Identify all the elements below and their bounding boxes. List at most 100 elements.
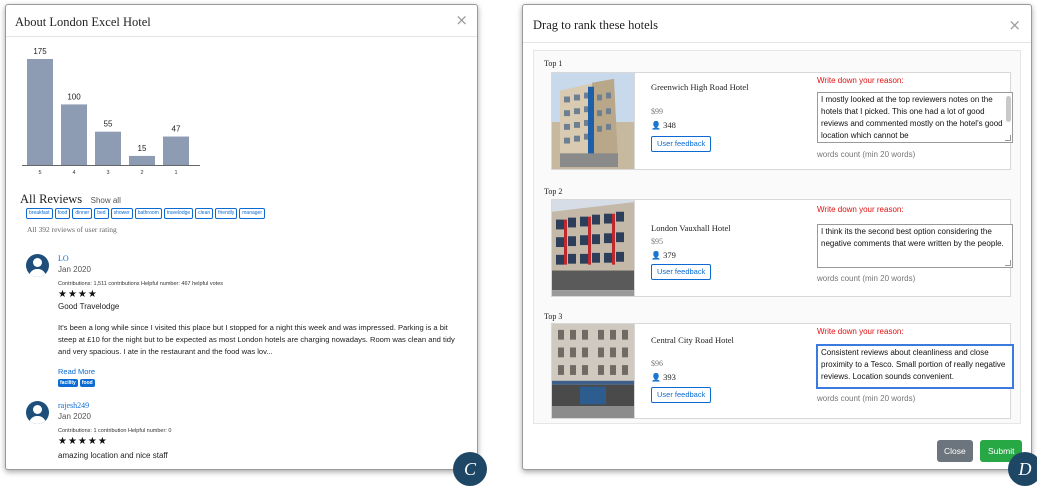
review-title: Good Travelodge — [58, 302, 120, 311]
hotel-card[interactable]: Greenwich High Road Hotel $99 👤 348 User… — [551, 72, 1013, 170]
tag-bathroom[interactable]: bathroom — [134, 208, 162, 219]
rank-list: Top 1 Greenwich High Road Hotel $99 👤 34… — [533, 50, 1021, 424]
reason-label: Write down your reason: — [817, 205, 904, 214]
reviews-title: All Reviews — [20, 192, 83, 206]
category-tick-label: 1 — [174, 170, 177, 176]
review-count-value: 393 — [663, 372, 676, 382]
words-count-note: words count (min 20 words) — [817, 394, 916, 403]
tag-bed[interactable]: bed — [94, 208, 109, 219]
bar-value-label: 47 — [172, 125, 181, 134]
review-item: LO Jan 2020 Contributions: 1,511 contrib… — [26, 254, 466, 394]
review-count: 👤 348 — [651, 120, 676, 130]
chart-bar — [163, 136, 189, 165]
hotel-photo — [552, 73, 635, 169]
star-rating: ★★★★★ — [58, 436, 108, 447]
bar-value-label: 100 — [67, 92, 81, 101]
hotel-info-modal: About London Excel Hotel × 175 5 100 4 55 3 15… — [5, 4, 478, 470]
tag-food[interactable]: food — [54, 208, 71, 219]
tag-clean[interactable]: clean — [195, 208, 214, 219]
review-text: It's been a long while since I visited t… — [58, 323, 455, 356]
person-icon: 👤 — [651, 373, 661, 382]
hotel-photo — [552, 200, 635, 296]
reason-text: I think its the second best option consi… — [821, 227, 1004, 248]
bar-value-label: 15 — [138, 144, 147, 153]
badge-food: food — [79, 379, 95, 387]
user-feedback-button[interactable]: User feedback — [651, 264, 712, 280]
close-button[interactable]: Close — [937, 440, 973, 462]
show-all-link[interactable]: Show all — [91, 196, 121, 205]
person-icon: 👤 — [651, 121, 661, 130]
review-badges: facility food — [58, 379, 95, 387]
hotel-price: $96 — [651, 359, 663, 368]
hotel-price: $99 — [651, 107, 663, 116]
resize-handle[interactable] — [1005, 260, 1011, 266]
review-count: 👤 379 — [651, 250, 676, 260]
person-icon: 👤 — [651, 251, 661, 260]
hotel-name: Central City Road Hotel — [651, 335, 734, 345]
review-date: Jan 2020 — [58, 265, 91, 274]
review-count: 👤 393 — [651, 372, 676, 382]
review-count-value: 379 — [663, 250, 676, 260]
resize-handle[interactable] — [1005, 135, 1011, 141]
words-count-note: words count (min 20 words) — [817, 274, 916, 283]
review-date: Jan 2020 — [58, 412, 91, 421]
user-feedback-button[interactable]: User feedback — [651, 387, 712, 403]
rank-slot-1[interactable]: Top 1 Greenwich High Road Hotel $99 👤 34… — [534, 51, 1022, 175]
bar-value-label: 55 — [104, 120, 113, 129]
reason-textarea[interactable]: Consistent reviews about cleanliness and… — [817, 345, 1013, 388]
review-meta: Contributions: 1,511 contributions Helpf… — [58, 281, 223, 287]
tag-filter-list: breakfast food dinner bed shower bathroo… — [26, 208, 265, 219]
review-meta: Contributions: 1 contribution Helpful nu… — [58, 428, 172, 434]
read-more-link[interactable]: Read More — [58, 367, 95, 376]
reviewer-name[interactable]: rajesh249 — [58, 401, 89, 410]
chart-bar — [95, 131, 121, 165]
close-icon[interactable]: × — [455, 11, 468, 29]
rank-slot-2[interactable]: Top 2 London Vauxhall Hotel $95 👤 379 Us… — [534, 179, 1022, 301]
textarea-scrollbar[interactable] — [1006, 96, 1011, 122]
close-icon[interactable]: × — [1008, 16, 1021, 34]
category-tick-label: 4 — [72, 170, 75, 176]
reason-textarea[interactable]: I think its the second best option consi… — [817, 224, 1013, 268]
chart-bar — [61, 104, 87, 165]
rank-slot-3[interactable]: Top 3 Central City Road Hotel $96 👤 393 … — [534, 304, 1022, 425]
reason-textarea[interactable]: I mostly looked at the top reviewers not… — [817, 92, 1013, 143]
user-feedback-button[interactable]: User feedback — [651, 136, 712, 152]
panel-label-badge: D — [1008, 452, 1037, 486]
hotel-photo — [552, 324, 635, 418]
category-tick-label: 3 — [106, 170, 109, 176]
user-avatar-icon — [26, 254, 49, 277]
tag-shower[interactable]: shower — [110, 208, 133, 219]
badge-facility: facility — [58, 379, 78, 387]
reason-text: Consistent reviews about cleanliness and… — [821, 348, 1006, 381]
modal-title: Drag to rank these hotels — [533, 18, 658, 32]
chart-bar — [129, 155, 155, 165]
user-avatar-icon — [26, 401, 49, 424]
tag-manager[interactable]: manager — [239, 208, 265, 219]
tag-travelodge[interactable]: travelodge — [163, 208, 194, 219]
review-title: amazing location and nice staff — [58, 451, 168, 460]
category-tick-label: 5 — [38, 170, 41, 176]
rank-label: Top 3 — [544, 312, 563, 321]
hotel-price: $95 — [651, 237, 663, 246]
review-count-value: 348 — [663, 120, 676, 130]
tag-breakfast[interactable]: breakfast — [26, 208, 53, 219]
hotel-name: Greenwich High Road Hotel — [651, 82, 749, 92]
tag-dinner[interactable]: dinner — [72, 208, 93, 219]
reason-label: Write down your reason: — [817, 327, 904, 336]
reason-text: I mostly looked at the top reviewers not… — [821, 95, 1003, 140]
hotel-card[interactable]: London Vauxhall Hotel $95 👤 379 User fee… — [551, 199, 1013, 297]
reviews-header: All Reviews Show all — [20, 190, 121, 208]
panel-label-badge: C — [453, 452, 487, 486]
category-tick-label: 2 — [140, 170, 143, 176]
rank-label: Top 1 — [544, 59, 563, 68]
tag-friendly[interactable]: friendly — [215, 208, 238, 219]
review-item: rajesh249 Jan 2020 Contributions: 1 cont… — [26, 401, 466, 467]
star-rating: ★★★★ — [58, 289, 98, 300]
hotel-card[interactable]: Central City Road Hotel $96 👤 393 User f… — [551, 323, 1013, 419]
bar-value-label: 175 — [33, 47, 47, 56]
rating-bar-chart: 175 5 100 4 55 3 15 2 47 1 — [22, 47, 200, 176]
reviewer-name[interactable]: LO — [58, 254, 69, 263]
total-reviews-note: All 392 reviews of user rating — [27, 225, 117, 234]
words-count-note: words count (min 20 words) — [817, 150, 916, 159]
modal-header: Drag to rank these hotels × — [523, 5, 1031, 43]
